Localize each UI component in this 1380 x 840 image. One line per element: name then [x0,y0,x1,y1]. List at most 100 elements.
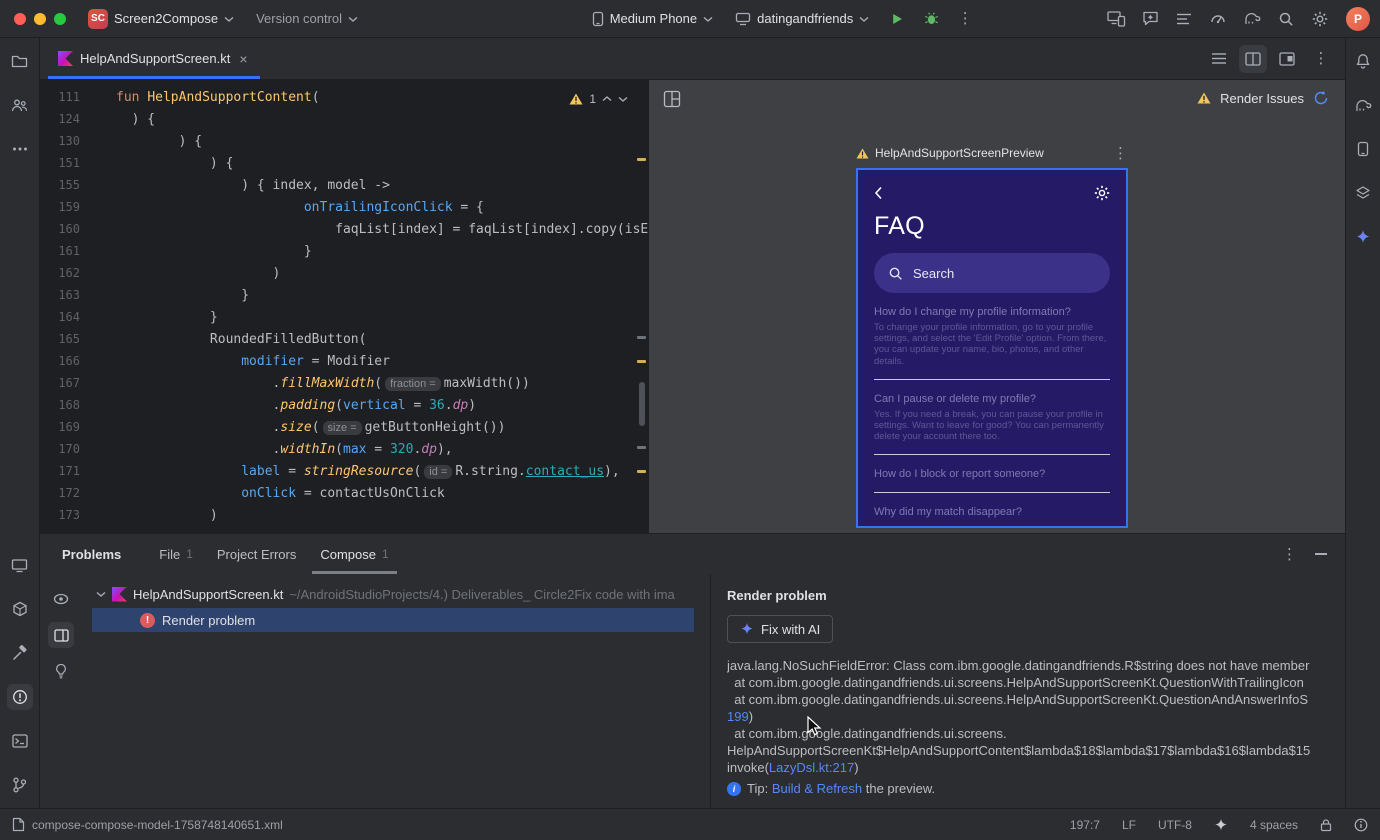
code-line[interactable]: 165 RoundedFilledButton( [40,328,648,350]
problems-tab-project-errors[interactable]: Project Errors [205,534,308,574]
notifications-button[interactable] [1350,48,1376,74]
more-run-actions-button[interactable]: ⋮ [951,5,979,33]
code-line[interactable]: 171 label = stringResource(id = R.string.… [40,460,648,482]
inspection-widget[interactable]: 1 [565,88,632,110]
more-tool-windows-button[interactable] [7,136,33,162]
stack-line: at com.ibm.google.datingandfriends.ui.sc… [727,675,1304,690]
running-devices-tool-button[interactable] [7,552,33,578]
logcat-button[interactable] [1170,5,1198,33]
ai-assistant-button[interactable] [1136,5,1164,33]
problems-file-row[interactable]: HelpAndSupportScreen.kt ~/AndroidStudioP… [82,582,710,606]
hide-tool-window-button[interactable] [1315,553,1327,555]
code-line[interactable]: 172 onClick = contactUsOnClick [40,482,648,504]
code-line[interactable]: 160 faqList[index] = faqList[index].copy… [40,218,648,240]
app-inspection-tool-button[interactable] [7,596,33,622]
lock-icon[interactable] [1320,818,1332,832]
code-line[interactable]: 159 onTrailingIconClick = { [40,196,648,218]
indent-setting[interactable]: 4 spaces [1250,818,1298,832]
code-line[interactable]: 169 .size(size = getButtonHeight()) [40,416,648,438]
show-preview-button[interactable] [48,622,74,648]
code-text: ) { index, model -> [241,177,390,193]
chevron-up-icon[interactable] [602,96,612,102]
editor-scrollbar[interactable] [639,382,645,426]
preview-view-mode-button[interactable] [663,90,681,108]
code-line[interactable]: 151 ) { [40,152,648,174]
stripe-mark[interactable] [637,446,646,449]
fix-with-ai-button[interactable]: Fix with AI [727,615,834,643]
profiler-button[interactable] [1204,5,1232,33]
code-line[interactable]: 168 .padding(vertical = 36.dp) [40,394,648,416]
code-line[interactable]: 161 } [40,240,648,262]
warning-stripe-mark[interactable] [637,158,646,161]
render-issues-label[interactable]: Render Issues [1220,91,1304,106]
gemini-tool-button[interactable] [1350,224,1376,250]
version-control-tool-button[interactable] [7,772,33,798]
code-line[interactable]: 166 modifier = Modifier [40,350,648,372]
compose-preview-phone[interactable]: FAQ Search How do I change my profile in… [856,168,1128,528]
quick-fix-button[interactable] [48,658,74,684]
stripe-mark[interactable] [637,336,646,339]
options-menu-button[interactable]: ⋮ [1282,547,1297,562]
caret-position[interactable]: 197:7 [1070,818,1100,832]
version-control-widget[interactable]: Version control [248,6,366,31]
problems-tool-button[interactable] [6,684,33,710]
preview-menu-button[interactable]: ⋮ [1113,146,1128,161]
device-selector[interactable]: Medium Phone [584,6,721,32]
code-line[interactable]: 124 ) { [40,108,648,130]
project-tool-button[interactable] [7,48,33,74]
editor-more-button[interactable]: ⋮ [1307,45,1335,73]
code-line[interactable]: 111 fun HelpAndSupportContent( [40,86,648,108]
close-tab-icon[interactable]: × [239,51,247,67]
warning-stripe-mark[interactable] [637,360,646,363]
terminal-tool-button[interactable] [7,728,33,754]
info-circle-icon[interactable] [1354,818,1368,832]
layout-inspector-tool-button[interactable] [1350,180,1376,206]
gradle-tool-button[interactable] [1350,92,1376,118]
problem-row-selected[interactable]: ! Render problem [92,608,694,632]
gradle-icon [1356,99,1372,111]
editor-layout-code-button[interactable] [1205,45,1233,73]
line-separator[interactable]: LF [1122,818,1136,832]
project-widget[interactable]: SC Screen2Compose [80,4,242,34]
device-mirroring-button[interactable] [1102,5,1130,33]
pull-requests-tool-button[interactable] [7,92,33,118]
faq-question: How do I block or report someone? [874,468,1046,481]
code-line[interactable]: 162 ) [40,262,648,284]
code-line[interactable]: 164 } [40,306,648,328]
refresh-icon[interactable] [1313,90,1329,106]
view-options-button[interactable] [48,586,74,612]
preview-name[interactable]: HelpAndSupportScreenPreview [875,146,1107,160]
problems-tab-compose[interactable]: Compose 1 [308,534,400,574]
ai-sparkle-icon[interactable] [1214,818,1228,832]
build-tool-button[interactable] [7,640,33,666]
device-manager-tool-button[interactable] [1350,136,1376,162]
code-line[interactable]: 170 .widthIn(max = 320.dp), [40,438,648,460]
code-line[interactable]: 173 ) [40,504,648,526]
debug-button[interactable] [917,5,945,33]
close-window-button[interactable] [14,12,26,25]
minimize-window-button[interactable] [34,12,46,25]
file-encoding[interactable]: UTF-8 [1158,818,1192,832]
editor-layout-preview-button[interactable] [1273,45,1301,73]
chevron-down-icon[interactable] [96,591,106,597]
code-line[interactable]: 167 .fillMaxWidth(fraction = maxWidth()) [40,372,648,394]
avatar[interactable]: P [1346,6,1370,31]
zoom-window-button[interactable] [54,12,66,25]
editor-layout-split-button[interactable] [1239,44,1267,73]
code-line[interactable]: 130 ) { [40,130,648,152]
stack-link[interactable]: LazyDsl.kt:217 [769,760,854,775]
build-refresh-link[interactable]: Build & Refresh [772,781,862,796]
code-line[interactable]: 163 } [40,284,648,306]
run-configuration-widget[interactable]: datingandfriends [727,6,877,31]
problems-tab-file[interactable]: File 1 [147,534,205,574]
settings-button[interactable] [1306,5,1334,33]
run-button[interactable] [883,5,911,33]
search-everywhere-button[interactable] [1272,5,1300,33]
warning-stripe-mark[interactable] [637,470,646,473]
code-line[interactable]: 155 ) { index, model -> [40,174,648,196]
editor-tab[interactable]: HelpAndSupportScreen.kt × [48,38,260,79]
gradle-sync-button[interactable] [1238,5,1266,33]
stack-link[interactable]: 199 [727,709,749,724]
chevron-down-icon[interactable] [618,96,628,102]
code-editor[interactable]: 111 fun HelpAndSupportContent(124 ) {130 … [40,80,648,533]
